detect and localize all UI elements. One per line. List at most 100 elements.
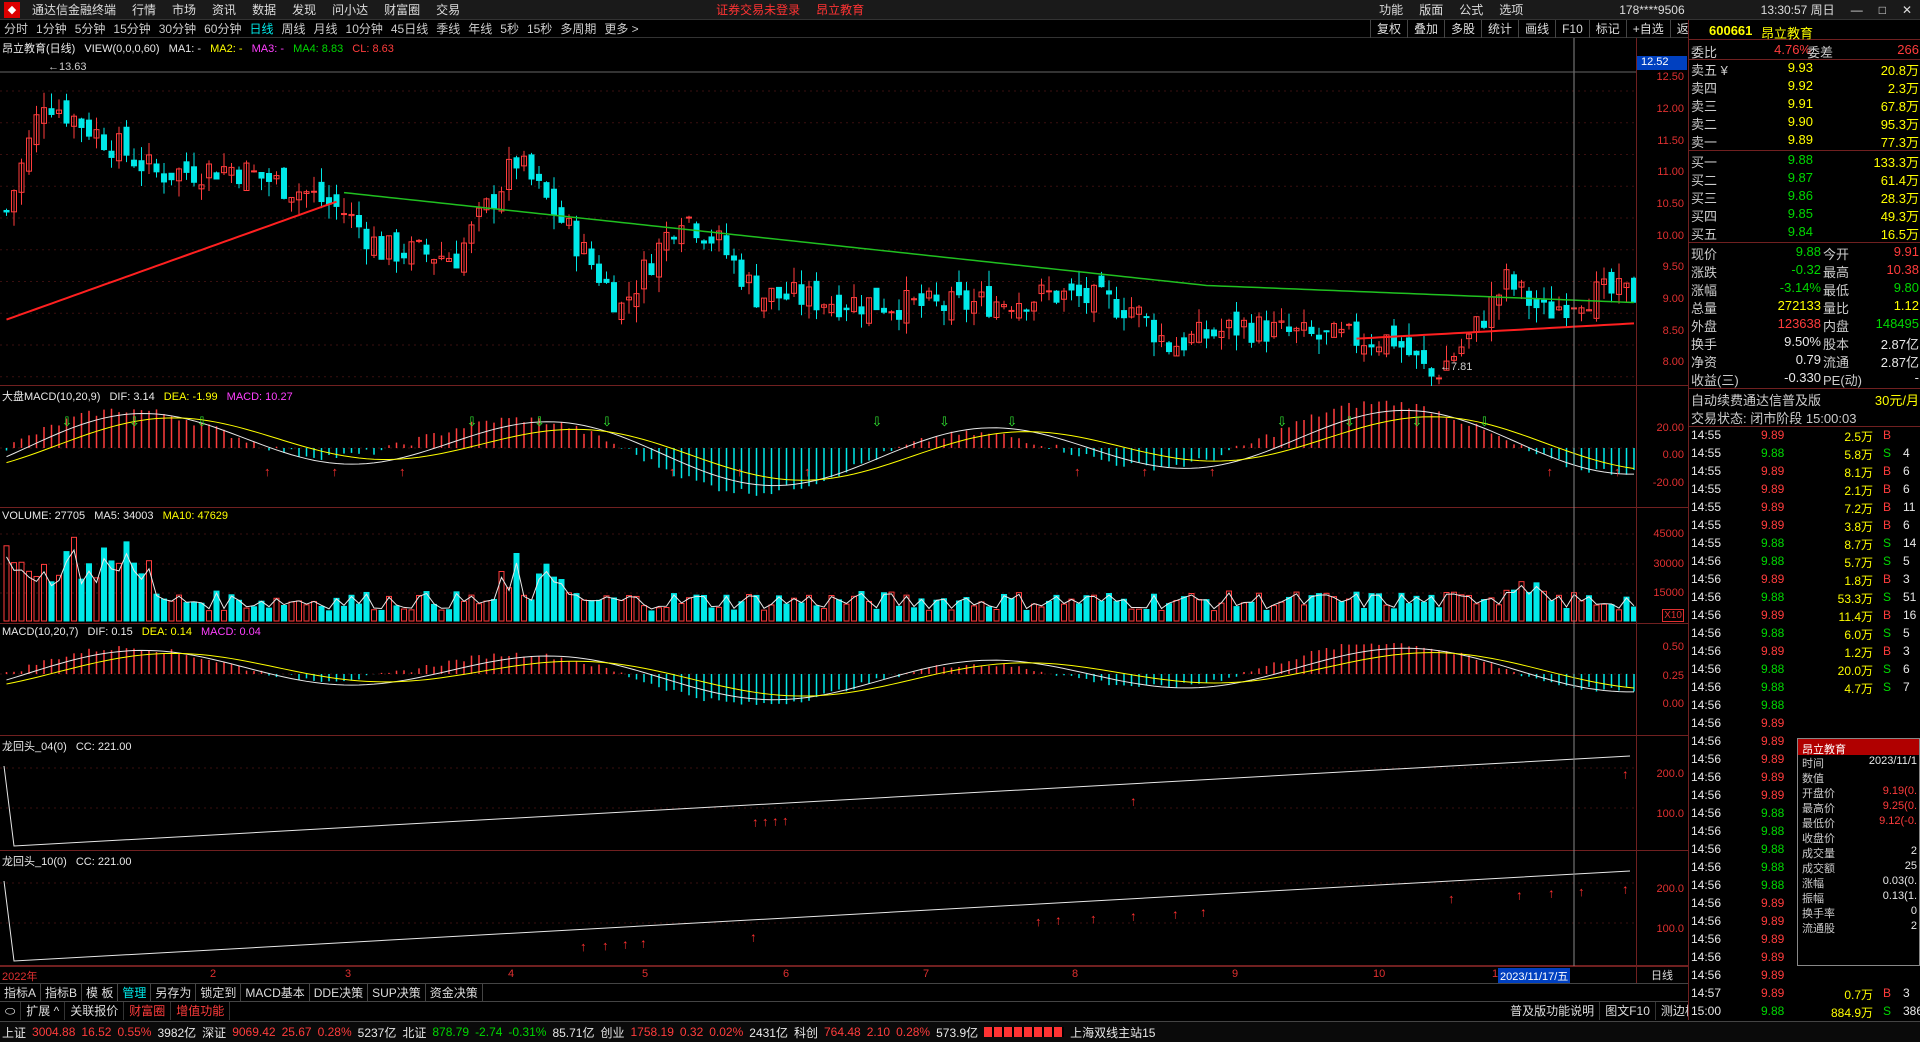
- indicator-tab-7[interactable]: DDE决策: [310, 984, 369, 1001]
- promo-price[interactable]: 30元/月: [1875, 390, 1919, 409]
- scroll-toggle-icon[interactable]: ⬭: [0, 1001, 22, 1020]
- menu-jiaoyi[interactable]: 交易: [428, 0, 468, 20]
- chart-tool-3[interactable]: 统计: [1481, 20, 1518, 38]
- longhuitou-10-chart[interactable]: ↑↑↑↑↑↑↑↑↑↑↑↑↑↑↑↑↑: [0, 851, 1636, 966]
- tick-direction: S: [1883, 1004, 1892, 1018]
- ma2-label: MA2: -: [210, 43, 243, 55]
- period-tab-2[interactable]: 5分钟: [71, 20, 110, 38]
- indicator-tab-4[interactable]: 另存为: [151, 984, 197, 1001]
- kline-panel[interactable]: ←13.63 ←7.81 昂立教育(日线) VIEW(0,0,0,60) MA1:…: [0, 38, 1688, 386]
- ask-price: 9.90: [1787, 114, 1813, 129]
- menu-xuanxiang[interactable]: 选项: [1491, 0, 1531, 20]
- indicator-tab-5[interactable]: 锁定到: [196, 984, 242, 1001]
- volume-bar: [1248, 601, 1255, 622]
- indicator-tab-1[interactable]: 指标B: [41, 984, 83, 1001]
- buy-arrow-icon: ↑: [399, 464, 406, 479]
- menu-caifuquan[interactable]: 财富圈: [376, 0, 428, 20]
- period-tab-0[interactable]: 分时: [0, 20, 32, 38]
- minimize-icon[interactable]: —: [1843, 0, 1871, 20]
- longhuitou-04-chart[interactable]: ↑ ↑ ↑ ↑↑↑: [0, 736, 1636, 851]
- user-account[interactable]: 178****9506: [1611, 0, 1692, 20]
- indicator-tab-6[interactable]: MACD基本: [241, 984, 310, 1001]
- menu-gongneng[interactable]: 功能: [1371, 0, 1411, 20]
- volume-bar: [791, 597, 797, 622]
- period-tab-15[interactable]: 多周期: [556, 20, 600, 38]
- indicator-tab-3[interactable]: 管理: [118, 984, 152, 1001]
- chart-tool-6[interactable]: 标记: [1588, 20, 1626, 38]
- promo-text[interactable]: 自动续费通达信普及版: [1691, 390, 1821, 409]
- tick-time: 14:55: [1691, 518, 1722, 532]
- chart-tool-1[interactable]: 叠加: [1407, 20, 1444, 38]
- right-function-tab-1[interactable]: 图文F10: [1600, 1001, 1656, 1020]
- extension-tab-3[interactable]: 增值功能: [171, 1001, 231, 1020]
- x-axis-label: 8: [1072, 968, 1079, 980]
- menu-faxian[interactable]: 发现: [284, 0, 324, 20]
- server-station[interactable]: 上海双线主站15: [1070, 1024, 1155, 1041]
- close-icon[interactable]: ✕: [1894, 0, 1920, 20]
- period-tab-9[interactable]: 10分钟: [342, 20, 387, 38]
- period-tab-14[interactable]: 15秒: [523, 20, 556, 38]
- indicator-tab-2[interactable]: 模 板: [82, 984, 119, 1001]
- indicator-tab-9[interactable]: 资金决策: [426, 984, 483, 1001]
- period-tab-12[interactable]: 年线: [464, 20, 496, 38]
- period-tab-5[interactable]: 60分钟: [200, 20, 245, 38]
- period-tab-13[interactable]: 5秒: [496, 20, 523, 38]
- extension-tab-0[interactable]: 扩展 ^: [21, 1001, 66, 1020]
- menu-shichang[interactable]: 市场: [164, 0, 204, 20]
- stat-value: 9.50%: [1784, 334, 1821, 349]
- tick-count: 386: [1903, 1004, 1920, 1018]
- volume-bar: [1068, 598, 1075, 622]
- volume-panel[interactable]: VOLUME: 27705 MA5: 34003 MA10: 47629 X10…: [0, 508, 1688, 624]
- chart-tool-4[interactable]: 画线: [1518, 20, 1555, 38]
- candle-body: [573, 220, 580, 257]
- candle-body: [191, 166, 197, 183]
- kline-chart[interactable]: ←13.63 ←7.81: [0, 38, 1636, 386]
- period-tab-8[interactable]: 月线: [310, 20, 342, 38]
- menu-banmian[interactable]: 版面: [1411, 0, 1451, 20]
- indicator-tab-8[interactable]: SUP决策: [368, 984, 426, 1001]
- menu-wenxiaoda[interactable]: 问小达: [324, 0, 376, 20]
- period-tab-6[interactable]: 日线: [245, 20, 277, 38]
- tick-price: 9.89: [1761, 716, 1785, 730]
- tick-count: 3: [1903, 644, 1910, 658]
- macd_panel2-y-label: 0.50: [1662, 641, 1684, 653]
- volume-bar: [1526, 591, 1532, 622]
- current-price-tag: 12.52: [1637, 56, 1687, 70]
- market-macd-panel[interactable]: ⇩ ⇩ ⇩ ↑ ↑ ↑ ⇩ ⇩ ⇩ ↑ ↑ ↑ ⇩ ⇩ ⇩ ↑ ↑ ↑ ⇩ ⇩ ⇩ ⇩ ↑ ↑ 大盘MACD(10,20,9)…: [0, 386, 1688, 508]
- chart-tool-7[interactable]: +自选: [1625, 20, 1670, 38]
- market-macd-chart[interactable]: ⇩ ⇩ ⇩ ↑ ↑ ↑ ⇩ ⇩ ⇩ ↑ ↑ ↑ ⇩ ⇩ ⇩ ↑ ↑ ↑ ⇩ ⇩ ⇩ ⇩ ↑ ↑: [0, 386, 1636, 508]
- tick-row: 14:56 9.89 11.4万 B 16: [1689, 608, 1920, 626]
- period-tab-4[interactable]: 30分钟: [155, 20, 200, 38]
- macd-panel[interactable]: MACD(10,20,7) DIF: 0.15 DEA: 0.14 MACD: …: [0, 624, 1688, 736]
- period-tab-7[interactable]: 周线: [277, 20, 309, 38]
- login-notice[interactable]: 证券交易未登录: [708, 0, 808, 20]
- period-tab-10[interactable]: 45日线: [387, 20, 432, 38]
- right-function-tab-0[interactable]: 普及版功能说明: [1505, 1001, 1601, 1020]
- chart-tool-5[interactable]: F10: [1555, 20, 1589, 38]
- menu-shuju[interactable]: 数据: [244, 0, 284, 20]
- volume-chart[interactable]: [0, 508, 1636, 624]
- bz-index-amount: 85.71亿: [552, 1025, 595, 1040]
- menu-gongshi[interactable]: 公式: [1451, 0, 1491, 20]
- volume-bar: [798, 602, 805, 622]
- period-tab-3[interactable]: 15分钟: [109, 20, 154, 38]
- longhuitou-10-panel[interactable]: ↑↑↑↑↑↑↑↑↑↑↑↑↑↑↑↑↑ 龙回头_10(0) CC: 221.00 2…: [0, 851, 1688, 966]
- chart-tool-2[interactable]: 多股: [1444, 20, 1481, 38]
- extension-tab-2[interactable]: 财富圈: [124, 1001, 172, 1020]
- period-tab-16[interactable]: 更多 >: [600, 20, 642, 38]
- longhuitou-04-panel[interactable]: ↑ ↑ ↑ ↑ ↑ ↑ 龙回头_04(0) CC: 221.00 200.0 100.0: [0, 736, 1688, 851]
- candle-body: [1068, 283, 1075, 291]
- extension-tab-1[interactable]: 关联报价: [65, 1001, 125, 1020]
- macd-dif: DIF: 0.15: [87, 626, 133, 638]
- tick-direction: B: [1883, 428, 1892, 442]
- sell-arrow-icon: ⇩: [534, 414, 545, 429]
- period-tab-1[interactable]: 1分钟: [32, 20, 71, 38]
- maximize-icon[interactable]: □: [1871, 0, 1894, 20]
- macd-chart[interactable]: [0, 624, 1636, 736]
- indicator-tab-0[interactable]: 指标A: [0, 984, 42, 1001]
- chart-tool-0[interactable]: 复权: [1370, 20, 1407, 38]
- period-tab-11[interactable]: 季线: [432, 20, 464, 38]
- volume-bar: [1046, 600, 1052, 622]
- menu-hangqing[interactable]: 行情: [124, 0, 164, 20]
- menu-zixun[interactable]: 资讯: [204, 0, 244, 20]
